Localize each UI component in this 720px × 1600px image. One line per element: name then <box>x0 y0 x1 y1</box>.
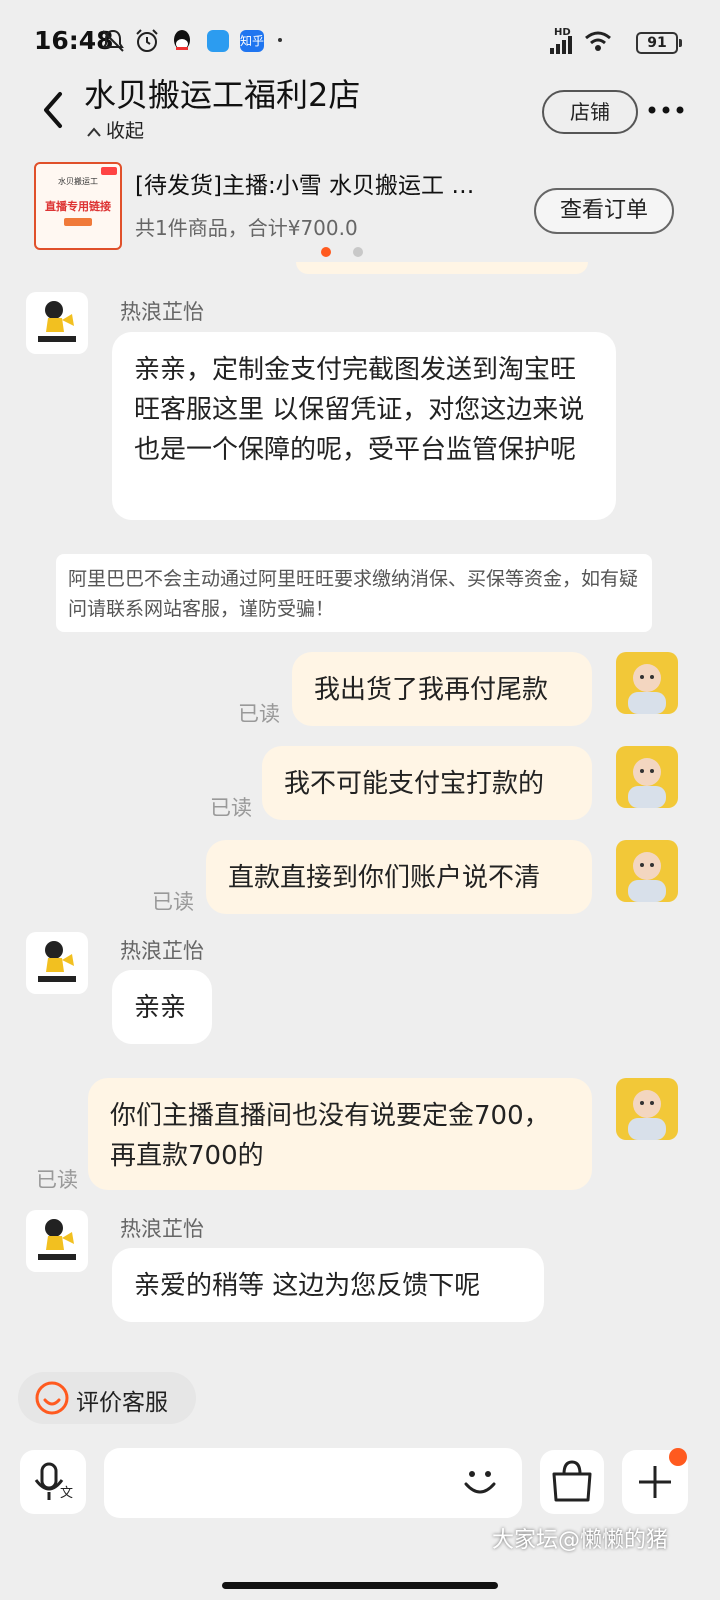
collapse-label: 收起 <box>106 120 145 142</box>
alarm-icon <box>136 29 158 52</box>
app-notification-icon <box>207 30 229 52</box>
mute-bell-icon <box>102 29 124 52</box>
zhihu-icon: 知乎 <box>240 30 264 52</box>
voice-to-text-label: 文 <box>60 1486 74 1501</box>
baby-photo-icon <box>628 758 666 808</box>
outgoing-message[interactable]: 我出货了我再付尾款 <box>292 652 592 726</box>
sender-name: 热浪芷怡 <box>120 939 204 963</box>
signal-icon <box>550 36 572 54</box>
baby-photo-icon <box>628 664 666 714</box>
baby-photo-icon <box>628 852 666 902</box>
sender-name: 热浪芷怡 <box>120 300 204 324</box>
wifi-icon <box>585 31 611 51</box>
read-receipt: 已读 <box>152 890 194 914</box>
read-receipt: 已读 <box>210 796 252 820</box>
incoming-message[interactable]: 亲亲，定制金支付完截图发送到淘宝旺旺客服这里 以保留凭证，对您这边来说也是一个保… <box>112 332 616 520</box>
more-options-icon[interactable] <box>646 100 686 120</box>
order-product-thumbnail[interactable]: 水贝搬运工 直播专用链接 <box>34 162 122 250</box>
read-receipt: 已读 <box>36 1168 78 1192</box>
smiley-icon <box>35 1381 69 1415</box>
shop-avatar[interactable] <box>26 932 88 994</box>
thumbnail-caption: 直播专用链接 <box>45 200 111 213</box>
shop-avatar[interactable] <box>26 1210 88 1272</box>
home-indicator[interactable] <box>222 1582 498 1589</box>
order-page-dot <box>353 247 363 257</box>
user-avatar[interactable] <box>616 652 678 714</box>
watermark: 大家坛@懒懒的猪 <box>492 1528 669 1553</box>
order-title[interactable]: [待发货]主播:小雪 水贝搬运工 … <box>135 166 515 200</box>
incoming-message[interactable]: 亲爱的稍等 这边为您反馈下呢 <box>112 1248 544 1322</box>
collapse-toggle[interactable]: 收起 <box>86 116 144 143</box>
baby-photo-icon <box>628 1090 666 1140</box>
read-receipt: 已读 <box>238 702 280 726</box>
user-avatar[interactable] <box>616 840 678 902</box>
store-button[interactable]: 店铺 <box>542 90 638 134</box>
user-avatar[interactable] <box>616 1078 678 1140</box>
shop-avatar[interactable] <box>26 292 88 354</box>
chevron-up-icon <box>87 126 101 137</box>
product-bag-button[interactable] <box>540 1450 604 1514</box>
thumbnail-tag <box>64 218 92 226</box>
microphone-icon <box>34 1462 64 1500</box>
shop-logo-icon <box>38 1219 76 1260</box>
sender-name: 热浪芷怡 <box>120 1217 204 1241</box>
qq-icon <box>174 30 190 50</box>
outgoing-message[interactable]: 我不可能支付宝打款的 <box>262 746 592 820</box>
shop-logo-icon <box>38 941 76 982</box>
back-arrow-icon[interactable] <box>36 90 72 130</box>
voice-input-button[interactable]: 文 <box>20 1450 86 1514</box>
order-summary: 共1件商品，合计¥700.0 <box>135 216 358 240</box>
incoming-message[interactable]: 亲亲 <box>112 970 212 1044</box>
user-avatar[interactable] <box>616 746 678 808</box>
outgoing-message[interactable]: 直款直接到你们账户说不清 <box>206 840 592 914</box>
shop-title: 水贝搬运工福利2店 <box>84 76 361 114</box>
anti-fraud-notice: 阿里巴巴不会主动通过阿里旺旺要求缴纳消保、买保等资金，如有疑问请联系网站客服，谨… <box>56 554 652 632</box>
rate-service-label: 评价客服 <box>76 1390 168 1416</box>
shopping-bag-icon <box>552 1460 592 1502</box>
outgoing-message[interactable]: 你们主播直播间也没有说要定金700，再直款700的 <box>88 1078 592 1190</box>
view-order-button[interactable]: 查看订单 <box>534 188 674 234</box>
shop-logo-icon <box>38 301 76 342</box>
emoji-icon[interactable] <box>460 1462 500 1502</box>
battery-indicator: 91 <box>636 32 682 54</box>
thumbnail-brand: 水贝搬运工 <box>58 177 98 186</box>
previous-message-bubble <box>296 262 588 274</box>
order-page-dot-active <box>321 247 331 257</box>
live-badge-icon <box>101 167 117 175</box>
notification-dot <box>669 1448 687 1466</box>
more-notifications-dot <box>278 38 282 42</box>
